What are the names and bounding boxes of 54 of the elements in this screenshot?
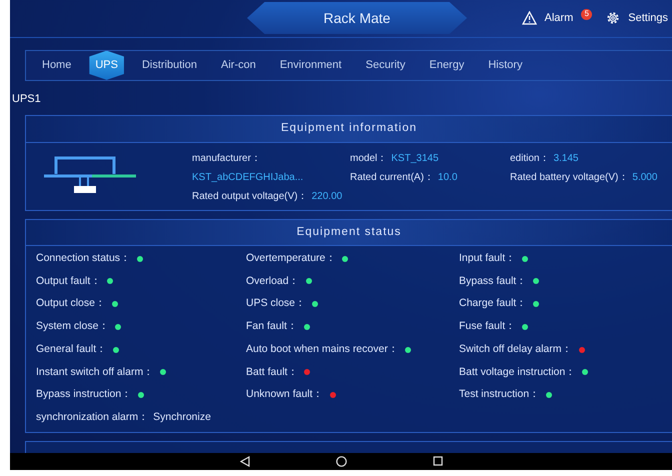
status-label: Input fault：	[459, 250, 516, 266]
status-label: Bypass fault：	[459, 274, 528, 289]
status-label: UPS close：	[246, 296, 306, 312]
status-label: Batt voltage instruction：	[459, 364, 576, 380]
status-label: Charge fault：	[459, 296, 528, 312]
back-icon[interactable]	[240, 456, 250, 467]
status-label: Auto boot when mains recover：	[246, 342, 399, 357]
status-label: System close：	[36, 319, 110, 334]
nav-tab[interactable]: Energy	[423, 54, 470, 76]
status-label: Instant switch off alarm：	[36, 364, 154, 380]
nav-tab[interactable]: Home	[36, 54, 78, 76]
status-label: Output fault：	[36, 274, 102, 289]
status-label: Bypass instruction：	[36, 387, 132, 402]
field-label: Rated current(A)：	[350, 170, 434, 185]
status-label: Batt fault：	[246, 364, 298, 380]
field-value: 10.0	[438, 170, 458, 185]
device-name: UPS1	[12, 92, 42, 107]
nav-tab[interactable]: Security	[360, 54, 412, 76]
nav-tab[interactable]: Distribution	[136, 54, 203, 76]
recents-icon[interactable]	[432, 456, 442, 466]
nav-tab[interactable]: History	[482, 54, 528, 76]
status-label: Overtemperature：	[246, 250, 336, 266]
status-label: Fan fault：	[246, 319, 298, 334]
field-value: 220.00	[312, 190, 342, 204]
field-value: KST_abCDEFGHIJaba...	[192, 170, 304, 185]
status-label: Output close：	[36, 296, 106, 312]
home-icon[interactable]	[336, 456, 346, 467]
nav-tab[interactable]: Air-con	[215, 54, 262, 76]
settings-link[interactable]: Settings	[628, 10, 668, 27]
field-label: manufacturer：	[192, 152, 261, 166]
status-label: Switch off delay alarm：	[459, 342, 573, 357]
panel-title: Equipment information	[26, 116, 672, 143]
settings-icon[interactable]	[606, 11, 620, 26]
status-label: General fault：	[36, 342, 108, 357]
alarm-link[interactable]: Alarm	[544, 10, 574, 27]
field-value: KST_3145	[391, 152, 439, 166]
nav-tab[interactable]: Environment	[274, 54, 348, 76]
status-label: Connection status：	[36, 250, 132, 266]
status-label: synchronization alarm：	[36, 410, 150, 426]
field-label: edition：	[510, 152, 550, 166]
status-label: Fuse fault：	[459, 319, 516, 334]
field-label: model：	[350, 152, 388, 166]
status-label: Test instruction：	[459, 387, 540, 402]
status-label: Overload：	[246, 274, 300, 289]
app-title: Rack Mate	[247, 2, 467, 34]
field-value: 3.145	[553, 152, 578, 166]
field-label: Rated output voltage(V)：	[192, 190, 308, 204]
panel-title: Equipment status	[26, 220, 672, 246]
field-value: 5.000	[632, 170, 658, 185]
warning-icon[interactable]	[522, 11, 537, 26]
status-value: Synchronize	[153, 410, 211, 426]
alarm-count-badge: 5	[581, 8, 592, 20]
field-label: Rated battery voltage(V)：	[510, 170, 628, 185]
status-label: Unknown fault：	[246, 387, 324, 402]
